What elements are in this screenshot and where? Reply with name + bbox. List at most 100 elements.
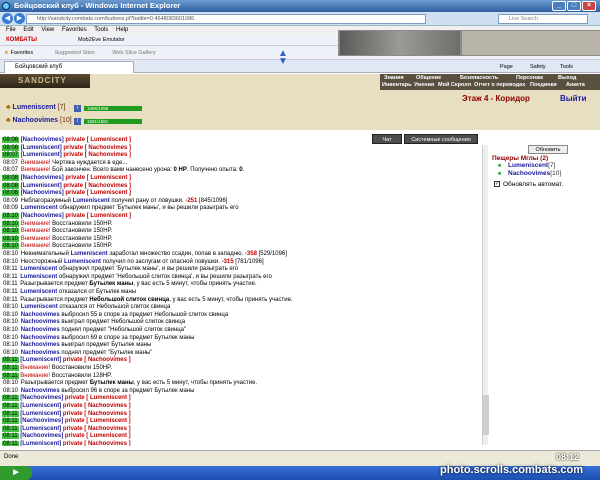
timestamp[interactable]: 08:10 (2, 243, 20, 250)
timestamp[interactable]: 08:09 (2, 198, 19, 204)
timestamp[interactable]: 08:10 (2, 350, 19, 356)
menu-skills[interactable]: Умения (414, 82, 434, 88)
player-name[interactable]: Lumeniscent (13, 104, 56, 111)
chat-nick[interactable]: Lumeniscent (21, 205, 58, 211)
chat-nick[interactable]: Nachoovimes (21, 335, 60, 341)
menu-security[interactable]: Безопасность (460, 75, 498, 81)
timestamp[interactable]: 08:10 (2, 312, 19, 318)
tool-page[interactable]: Page (500, 62, 513, 72)
chat-nick[interactable]: [Lumeniscent] (21, 183, 62, 189)
chat-nick[interactable]: [Lumeniscent] (20, 403, 61, 409)
url-field[interactable]: http://sandcity.combats.com/buttons.pl?b… (26, 14, 426, 24)
chat-nick[interactable]: Nachoovimes (21, 388, 60, 394)
timestamp[interactable]: 08:08 (2, 182, 20, 189)
timestamp[interactable]: 08:11 (2, 425, 19, 432)
menu-view[interactable]: View (41, 27, 54, 33)
timestamp[interactable]: 08:11 (2, 418, 19, 425)
auto-update-checkbox[interactable]: ✓ (494, 181, 500, 188)
fav-suggested-sites[interactable]: Suggested Sites (55, 50, 95, 56)
exit-link[interactable]: Выйти (560, 94, 586, 103)
chat-nick[interactable]: Lumeniscent (20, 266, 57, 272)
timestamp[interactable]: 08:10 (2, 304, 19, 310)
chat-nick[interactable]: Nachoovimes (21, 312, 60, 318)
chat-nick[interactable]: [Lumeniscent] (21, 152, 62, 158)
chat-nick[interactable]: [Nachoovimes] (20, 395, 63, 401)
chat-nick[interactable]: [Lumeniscent] (20, 411, 61, 417)
party-member[interactable]: Lumeniscent[7] (508, 162, 555, 169)
timestamp[interactable]: 08:11 (2, 433, 19, 440)
tool-safety[interactable]: Safety (530, 62, 546, 72)
timestamp[interactable]: 08:11 (2, 395, 19, 402)
chat-nick[interactable]: [Nachoovimes] (20, 418, 63, 424)
timestamp[interactable]: 08:09 (2, 205, 19, 211)
timestamp[interactable]: 08:11 (2, 274, 19, 280)
chat-nick[interactable]: [Lumeniscent] (20, 357, 61, 363)
player-name[interactable]: Nachoovimes (13, 117, 59, 124)
tab-chat[interactable]: Чат (372, 134, 402, 144)
chat-nick[interactable]: Nachoovimes (21, 327, 60, 333)
menu-help[interactable]: Help (116, 27, 128, 33)
timestamp[interactable]: 08:11 (2, 281, 19, 287)
tab-system-messages[interactable]: Системные сообщения (404, 134, 478, 144)
menu-battles[interactable]: Поединки (530, 82, 557, 88)
timestamp[interactable]: 08:06 (2, 137, 20, 143)
timestamp[interactable]: 08:07 (2, 160, 19, 166)
timestamp[interactable]: 08:06 (2, 144, 20, 151)
scroll-thumb[interactable] (483, 395, 489, 435)
chat-nick[interactable]: [Lumeniscent] (20, 441, 61, 446)
chat-nick[interactable]: [Nachoovimes] (21, 190, 64, 196)
member-name[interactable]: Lumeniscent (508, 162, 548, 169)
chat-nick[interactable]: Nachoovimes (21, 342, 60, 348)
back-icon[interactable]: ◀ (2, 13, 13, 24)
menu-my-scroll[interactable]: Мой Скролл (438, 82, 471, 88)
timestamp[interactable]: 08:11 (2, 266, 19, 272)
start-button[interactable]: ▶ (0, 466, 32, 480)
timestamp[interactable]: 08:11 (2, 372, 19, 379)
timestamp[interactable]: 08:08 (2, 175, 20, 181)
navigation-panel[interactable] (462, 31, 600, 55)
chat-nick[interactable]: Lumeniscent (21, 304, 58, 310)
chat-nick[interactable]: [Nachoovimes] (21, 213, 64, 219)
timestamp[interactable]: 08:11 (2, 357, 19, 364)
private-arrow-icon[interactable]: ◄ (496, 171, 502, 177)
timestamp[interactable]: 08:10 (2, 251, 19, 257)
timestamp[interactable]: 08:10 (2, 335, 19, 341)
timestamp[interactable]: 08:11 (2, 441, 19, 446)
chat-nick[interactable]: Lumeniscent (64, 259, 101, 265)
refresh-button[interactable]: Обновить (528, 145, 568, 154)
timestamp[interactable]: 08:10 (2, 342, 19, 348)
menu-edit[interactable]: Edit (23, 27, 33, 33)
menu-knowledge[interactable]: Знания (384, 75, 404, 81)
timestamp[interactable]: 08:07 (2, 167, 19, 173)
timestamp[interactable]: 08:11 (2, 403, 19, 409)
chat-nick[interactable]: [Nachoovimes] (20, 433, 63, 439)
menu-communication[interactable]: Общение (416, 75, 441, 81)
party-member[interactable]: Nachoovimes[10] (508, 170, 561, 177)
timestamp[interactable]: 08:10 (2, 327, 19, 333)
chat-nick[interactable]: [Lumeniscent] (21, 145, 62, 151)
chat-scrollbar[interactable] (482, 145, 489, 445)
menu-transfers[interactable]: Отчет о переводах (474, 82, 525, 88)
timestamp[interactable]: 08:10 (2, 388, 19, 394)
info-icon[interactable]: i (74, 118, 81, 125)
chat-nick[interactable]: Lumeniscent (71, 251, 108, 257)
chat-nick[interactable]: [Lumeniscent] (20, 426, 61, 432)
minimize-icon[interactable]: _ (552, 1, 566, 11)
resize-arrows-icon[interactable]: ▲ ▼ (278, 49, 288, 67)
toolbar-brand[interactable]: КОМБАТЫ (6, 37, 37, 43)
close-icon[interactable]: × (582, 1, 596, 11)
chat-nick[interactable]: Lumeniscent (20, 289, 57, 295)
timestamp[interactable]: 08:10 (2, 259, 19, 265)
menu-exit[interactable]: Выход (558, 75, 576, 81)
chat-nick[interactable]: Lumeniscent (73, 198, 110, 204)
toolbar-mob-emulator[interactable]: Mob2Eve Emulator (78, 37, 125, 43)
fav-web-slice[interactable]: Web Slice Gallery (112, 50, 156, 56)
member-name[interactable]: Nachoovimes (508, 170, 550, 177)
timestamp[interactable]: 08:11 (2, 365, 19, 371)
menu-tools[interactable]: Tools (94, 27, 108, 33)
timestamp[interactable]: 08:10 (2, 228, 20, 235)
timestamp[interactable]: 08:10 (2, 220, 20, 227)
menu-favorites[interactable]: Favorites (62, 27, 87, 33)
menu-file[interactable]: File (6, 27, 16, 33)
timestamp[interactable]: 08:10 (2, 235, 20, 242)
